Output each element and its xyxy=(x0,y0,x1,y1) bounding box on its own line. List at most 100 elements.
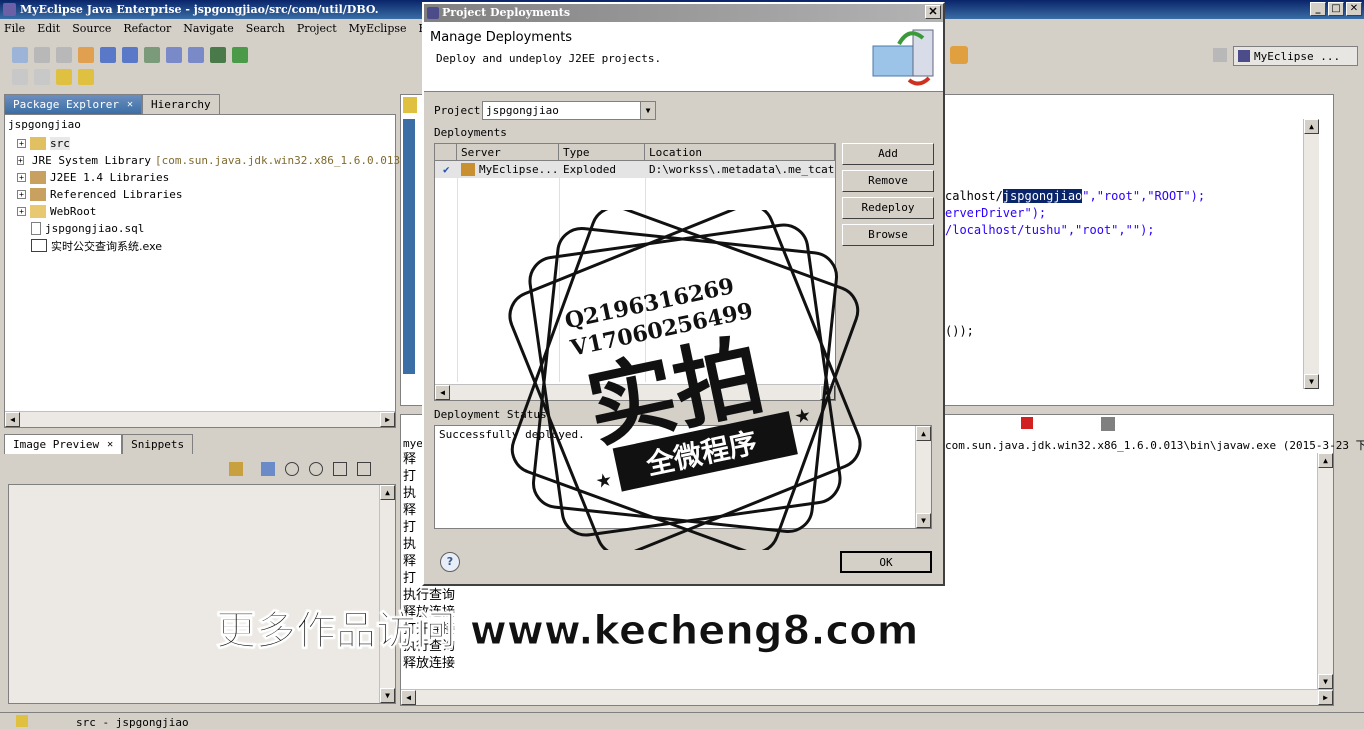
menu-search[interactable]: Search xyxy=(246,22,285,35)
scroll-up-icon[interactable]: ▲ xyxy=(1304,119,1319,134)
scroll-up-icon[interactable]: ▲ xyxy=(916,426,931,441)
package-icon[interactable] xyxy=(100,47,116,63)
tab-snippets[interactable]: Snippets xyxy=(122,434,194,454)
expand-icon[interactable]: + xyxy=(17,156,24,165)
horizontal-scrollbar[interactable]: ◀ ▶ xyxy=(5,411,395,427)
scroll-right-icon[interactable]: ▶ xyxy=(820,385,835,400)
column-header-server[interactable]: Server xyxy=(457,144,559,161)
terminate-icon[interactable] xyxy=(1021,417,1033,429)
chevron-down-icon[interactable]: ▼ xyxy=(640,102,655,119)
menu-navigate[interactable]: Navigate xyxy=(183,22,233,35)
redeploy-button[interactable]: Redeploy xyxy=(842,197,934,219)
dialog-close-button[interactable]: ✕ xyxy=(925,5,941,19)
actual-size-icon[interactable] xyxy=(333,462,347,476)
external-tools-icon[interactable] xyxy=(232,47,248,63)
menu-myeclipse[interactable]: MyEclipse xyxy=(349,22,407,35)
scroll-left-icon[interactable]: ◀ xyxy=(401,690,416,705)
menu-source[interactable]: Source xyxy=(72,22,111,35)
next-annotation-icon[interactable] xyxy=(34,69,50,85)
tree-item-j2ee[interactable]: + J2EE 1.4 Libraries xyxy=(5,169,395,186)
fit-window-icon[interactable] xyxy=(357,462,371,476)
image-preview-canvas: ▲ ▼ xyxy=(8,484,396,704)
status-text: src - jspgongjiao xyxy=(76,716,189,729)
tab-package-explorer[interactable]: Package Explorer ✕ xyxy=(4,94,142,114)
annotation-icon[interactable] xyxy=(12,69,28,85)
close-window-button[interactable]: ✕ xyxy=(1346,2,1362,16)
server-icon[interactable] xyxy=(144,47,160,63)
table-row[interactable]: ✔ MyEclipse... Exploded D:\workss\.metad… xyxy=(435,161,835,178)
sync-icon[interactable] xyxy=(229,462,243,476)
editor-vertical-scrollbar[interactable]: ▲ ▼ xyxy=(1303,119,1319,389)
fit-icon[interactable] xyxy=(261,462,275,476)
run-server-icon[interactable] xyxy=(210,47,226,63)
add-button[interactable]: Add xyxy=(842,143,934,165)
console-line: 释放连接 xyxy=(403,656,456,671)
expand-icon[interactable]: + xyxy=(17,139,26,148)
scroll-up-icon[interactable]: ▲ xyxy=(380,485,395,500)
project-select[interactable]: jspgongjiao ▼ xyxy=(482,101,656,120)
column-header-type[interactable]: Type xyxy=(559,144,645,161)
new-icon[interactable] xyxy=(12,47,28,63)
remove-button[interactable]: Remove xyxy=(842,170,934,192)
close-icon[interactable]: ✕ xyxy=(127,99,133,110)
tree-item-referenced-libraries[interactable]: + Referenced Libraries xyxy=(5,186,395,203)
help-icon[interactable]: ? xyxy=(440,552,460,572)
type-cell: Exploded xyxy=(563,163,616,176)
expand-icon[interactable]: + xyxy=(17,207,26,216)
console-line: 打开连接 xyxy=(403,622,456,637)
debug-icon[interactable] xyxy=(166,47,182,63)
scroll-down-icon[interactable]: ▼ xyxy=(380,688,395,703)
column-header-location[interactable]: Location xyxy=(645,144,835,161)
scroll-down-icon[interactable]: ▼ xyxy=(916,513,931,528)
tree-item-src[interactable]: + src xyxy=(5,135,395,152)
open-perspective-icon[interactable] xyxy=(1213,48,1227,62)
maximize-button[interactable]: □ xyxy=(1328,2,1344,16)
scroll-down-icon[interactable]: ▼ xyxy=(1318,674,1333,689)
code-line: ()); xyxy=(945,324,974,338)
ok-button[interactable]: OK xyxy=(840,551,932,573)
project-deployments-dialog: Project Deployments ✕ Manage Deployments… xyxy=(422,2,945,586)
menu-project[interactable]: Project xyxy=(297,22,337,35)
table-horizontal-scrollbar[interactable]: ◀ ▶ xyxy=(435,384,835,400)
expand-icon[interactable]: + xyxy=(17,173,26,182)
tab-image-preview[interactable]: Image Preview ✕ xyxy=(4,434,123,454)
tree-item-sql[interactable]: jspgongjiao.sql xyxy=(5,220,395,237)
deploy-icon[interactable] xyxy=(122,47,138,63)
scroll-right-icon[interactable]: ▶ xyxy=(1318,690,1333,705)
myeclipse-perspective-icon xyxy=(1238,50,1250,62)
scroll-left-icon[interactable]: ◀ xyxy=(435,385,450,400)
save-icon[interactable] xyxy=(34,47,50,63)
scroll-right-icon[interactable]: ▶ xyxy=(380,412,395,427)
zoom-out-icon[interactable] xyxy=(285,462,299,476)
tab-hierarchy[interactable]: Hierarchy xyxy=(142,94,220,114)
new-project-icon[interactable] xyxy=(78,47,94,63)
forward-icon[interactable] xyxy=(78,69,94,85)
vertical-scrollbar[interactable]: ▲ ▼ xyxy=(379,485,395,703)
perspective-switcher[interactable]: MyEclipse ... xyxy=(1233,46,1358,66)
scroll-down-icon[interactable]: ▼ xyxy=(1304,374,1319,389)
scroll-left-icon[interactable]: ◀ xyxy=(5,412,20,427)
open-type-icon[interactable] xyxy=(950,46,968,64)
tree-item-label: 实时公交查询系统.exe xyxy=(51,239,163,253)
hierarchy-tab-label: Hierarchy xyxy=(151,98,211,111)
tree-item-webroot[interactable]: + WebRoot xyxy=(5,203,395,220)
expand-icon[interactable]: + xyxy=(17,190,26,199)
console-vertical-scrollbar[interactable]: ▲ ▼ xyxy=(1317,453,1333,689)
back-icon[interactable] xyxy=(56,69,72,85)
print-icon[interactable] xyxy=(56,47,72,63)
browse-button[interactable]: Browse xyxy=(842,224,934,246)
minimize-button[interactable]: _ xyxy=(1310,2,1326,16)
tree-item-jre[interactable]: + JRE System Library [com.sun.java.jdk.w… xyxy=(5,152,407,169)
menu-edit[interactable]: Edit xyxy=(37,22,60,35)
deployments-table[interactable]: Server Type Location ✔ MyEclipse... Expl… xyxy=(434,143,836,401)
scroll-up-icon[interactable]: ▲ xyxy=(1318,453,1333,468)
clear-console-icon[interactable] xyxy=(1101,417,1115,431)
status-vertical-scrollbar[interactable]: ▲ ▼ xyxy=(915,426,931,528)
console-horizontal-scrollbar[interactable]: ◀ ▶ xyxy=(401,689,1333,705)
tree-item-exe[interactable]: 实时公交查询系统.exe xyxy=(5,237,395,254)
menu-refactor[interactable]: Refactor xyxy=(123,22,171,35)
zoom-in-icon[interactable] xyxy=(309,462,323,476)
menu-file[interactable]: File xyxy=(4,22,25,35)
run-icon[interactable] xyxy=(188,47,204,63)
close-icon[interactable]: ✕ xyxy=(107,439,113,450)
